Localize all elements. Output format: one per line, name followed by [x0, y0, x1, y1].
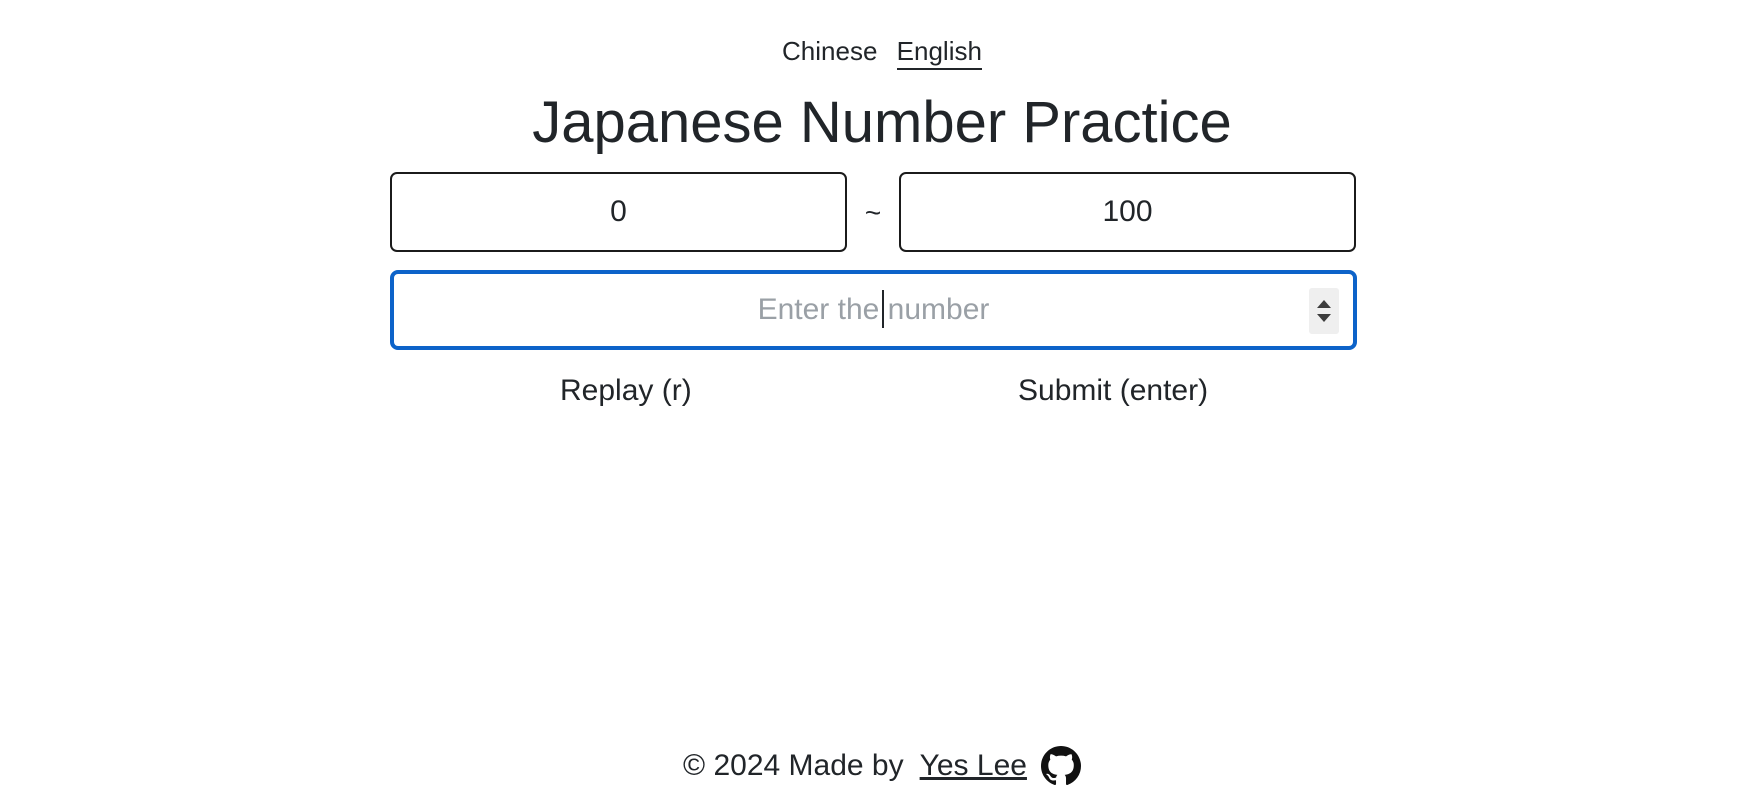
range-max-value: 100: [1102, 195, 1153, 228]
replay-button[interactable]: Replay (r): [560, 372, 692, 410]
lang-english-link[interactable]: English: [896, 34, 982, 70]
range-separator: ~: [864, 197, 882, 228]
lang-chinese-link[interactable]: Chinese: [782, 34, 877, 68]
range-max-input[interactable]: 100: [899, 172, 1356, 252]
text-caret: [881, 290, 884, 328]
submit-button[interactable]: Submit (enter): [1018, 372, 1208, 410]
spin-down-icon[interactable]: [1317, 314, 1331, 322]
footer-copyright: © 2024 Made by: [683, 749, 904, 782]
github-icon[interactable]: [1040, 746, 1081, 786]
author-link[interactable]: Yes Lee: [920, 746, 1027, 786]
range-min-value: 0: [610, 195, 627, 228]
range-min-input[interactable]: 0: [390, 172, 847, 252]
language-switch: Chinese English: [0, 34, 1764, 70]
footer: © 2024 Made by Yes Lee: [0, 746, 1764, 786]
number-spinner[interactable]: [1309, 288, 1339, 334]
answer-number-input[interactable]: Enter the number: [390, 270, 1357, 350]
answer-placeholder: Enter the number: [757, 290, 990, 328]
answer-placeholder-text: Enter the number: [757, 293, 990, 326]
page-title: Japanese Number Practice: [532, 90, 1232, 155]
spin-up-icon[interactable]: [1317, 300, 1331, 308]
